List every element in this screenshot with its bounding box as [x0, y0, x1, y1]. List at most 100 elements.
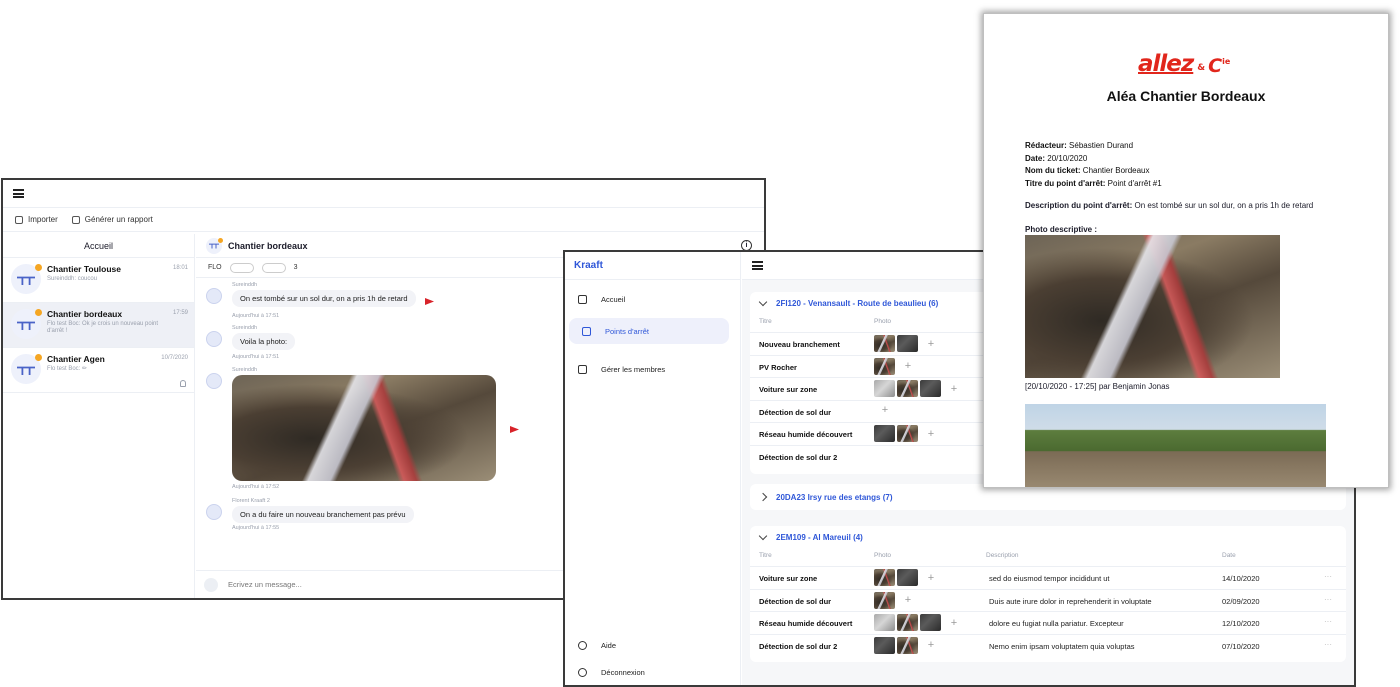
- user-icon: [180, 380, 186, 387]
- message-author: Sureinddh: [232, 282, 258, 288]
- row-title: Détection de sol dur 2: [759, 452, 838, 462]
- flag-icon[interactable]: [425, 298, 434, 305]
- row-description: Nemo enim ipsam voluptatem quia voluptas: [989, 641, 1135, 651]
- add-photo-icon[interactable]: +: [924, 571, 938, 585]
- report-photo: [1025, 235, 1280, 378]
- photo-thumbs: +: [874, 591, 915, 609]
- report-field: Titre du point d'arrêt: Point d'arrêt #1: [1025, 178, 1162, 191]
- photo-thumb[interactable]: [897, 636, 918, 654]
- members-icon: [578, 364, 587, 374]
- conversation-item[interactable]: Chantier Toulouse Sureinddh: coucou 18:0…: [3, 258, 194, 303]
- nav-item-logout[interactable]: Déconnexion: [565, 659, 741, 685]
- report-description: Description du point d'arrêt: On est tom…: [1025, 201, 1313, 210]
- message-bubble[interactable]: On est tombé sur un sol dur, on a pris 1…: [232, 290, 416, 307]
- add-photo-icon[interactable]: +: [924, 337, 938, 351]
- photo-thumb[interactable]: [874, 335, 895, 352]
- message-author: Sureinddh: [232, 367, 258, 373]
- message-time: Aujourd'hui à 17:55: [232, 525, 280, 531]
- photo-thumb[interactable]: [920, 380, 941, 397]
- photo-thumbs: +: [874, 335, 938, 352]
- menu-icon[interactable]: [752, 261, 763, 270]
- nav-label: Aide: [601, 640, 617, 650]
- conversation-name: Chantier Agen: [47, 354, 105, 364]
- more-icon[interactable]: ···: [1324, 572, 1332, 581]
- photo-thumb[interactable]: [874, 614, 895, 631]
- power-icon: [578, 667, 587, 677]
- conversation-item[interactable]: Chantier Agen Flo test Boc: ✏ 10/7/2020: [3, 348, 194, 393]
- row-title: Voiture sur zone: [759, 574, 818, 583]
- menu-icon[interactable]: [13, 189, 24, 198]
- brand-logo: Kraaft: [565, 252, 740, 280]
- member-pill[interactable]: [261, 262, 286, 273]
- table-row[interactable]: Détection de sol dur 2 + Nemo enim ipsam…: [750, 633, 1346, 657]
- table-row[interactable]: Détection de sol dur + Duis aute irure d…: [750, 588, 1346, 612]
- photo-thumb[interactable]: [874, 357, 895, 375]
- column-description: Description: [986, 552, 1019, 559]
- photo-thumb[interactable]: [874, 569, 895, 586]
- add-photo-icon[interactable]: +: [878, 403, 892, 417]
- photo-thumb[interactable]: [897, 335, 918, 352]
- photo-thumb[interactable]: [897, 614, 918, 631]
- nav-item-help[interactable]: Aide: [565, 632, 741, 658]
- company-logo: allez & C ie: [1138, 51, 1230, 77]
- message-photo[interactable]: [232, 375, 496, 481]
- chevron-right-icon: [758, 492, 768, 502]
- flag-icon[interactable]: [510, 426, 519, 433]
- report-label: Générer un rapport: [84, 215, 153, 224]
- message-author: Florent Kraaft 2: [232, 498, 270, 504]
- column-headers: Titre Photo Description Date: [750, 548, 1346, 566]
- message-input[interactable]: Ecrivez un message...: [228, 580, 302, 589]
- photo-thumb[interactable]: [874, 591, 895, 609]
- nav-item-points[interactable]: Points d'arrêt: [569, 318, 729, 344]
- member-label[interactable]: FLO: [208, 264, 222, 271]
- generate-report-button[interactable]: Générer un rapport: [71, 215, 153, 224]
- photo-thumb[interactable]: [874, 425, 895, 442]
- photo-thumb[interactable]: [874, 636, 895, 654]
- avatar: [206, 288, 222, 304]
- field-label: Rédacteur:: [1025, 141, 1067, 150]
- add-photo-icon[interactable]: +: [947, 616, 961, 630]
- description-text: On est tombé sur un sol dur, on a pris 1…: [1134, 201, 1314, 210]
- conversation-date: 18:01: [172, 265, 188, 271]
- message-time: Aujourd'hui à 17:51: [232, 313, 280, 319]
- more-icon[interactable]: ···: [1324, 640, 1332, 649]
- document-icon: [71, 215, 80, 224]
- add-photo-icon[interactable]: +: [901, 593, 915, 607]
- add-photo-icon[interactable]: +: [924, 638, 938, 652]
- member-count[interactable]: 3: [294, 264, 298, 271]
- conversation-item[interactable]: Chantier bordeaux Flo test Boc: Ok je cr…: [3, 303, 194, 348]
- add-photo-icon[interactable]: +: [924, 427, 938, 441]
- field-label: Titre du point d'arrêt:: [1025, 178, 1106, 188]
- row-date: 07/10/2020: [1222, 641, 1260, 651]
- import-button[interactable]: Importer: [15, 215, 58, 224]
- photo-thumb[interactable]: [897, 380, 918, 397]
- photo-thumb[interactable]: [920, 614, 941, 631]
- message-bubble[interactable]: On a du faire un nouveau branchement pas…: [232, 506, 414, 523]
- field-label: Date:: [1025, 153, 1046, 163]
- field-value: Point d'arrêt #1: [1107, 178, 1162, 188]
- row-title: Voiture sur zone: [759, 385, 818, 394]
- more-icon[interactable]: ···: [1324, 617, 1332, 626]
- nav-item-home[interactable]: Accueil: [565, 286, 741, 312]
- table-row[interactable]: Réseau humide découvert + dolore eu fugi…: [750, 611, 1346, 634]
- add-photo-icon[interactable]: +: [947, 382, 961, 396]
- nav-label: Déconnexion: [601, 667, 645, 677]
- column-date: Date: [1222, 552, 1236, 559]
- photo-thumb[interactable]: [874, 380, 895, 397]
- column-photo: Photo: [874, 318, 891, 325]
- conversation-name: Chantier bordeaux: [47, 309, 123, 319]
- report-title: Aléa Chantier Bordeaux: [1106, 88, 1266, 104]
- photo-thumb[interactable]: [897, 569, 918, 586]
- nav-item-members[interactable]: Gérer les membres: [565, 356, 741, 382]
- message-bubble[interactable]: Voila la photo:: [232, 333, 296, 350]
- table-row[interactable]: Voiture sur zone + sed do eiusmod tempor…: [750, 566, 1346, 589]
- group-header[interactable]: 2EM109 - Al Mareuil (4): [750, 526, 1346, 548]
- add-photo-icon[interactable]: +: [901, 359, 915, 373]
- photo-thumb[interactable]: [897, 425, 918, 442]
- attachment-icon[interactable]: [204, 577, 218, 592]
- help-icon: [578, 640, 587, 650]
- row-date: 12/10/2020: [1222, 619, 1260, 628]
- member-pill[interactable]: [229, 262, 254, 273]
- nav-label: Accueil: [601, 294, 626, 304]
- more-icon[interactable]: ···: [1324, 595, 1332, 604]
